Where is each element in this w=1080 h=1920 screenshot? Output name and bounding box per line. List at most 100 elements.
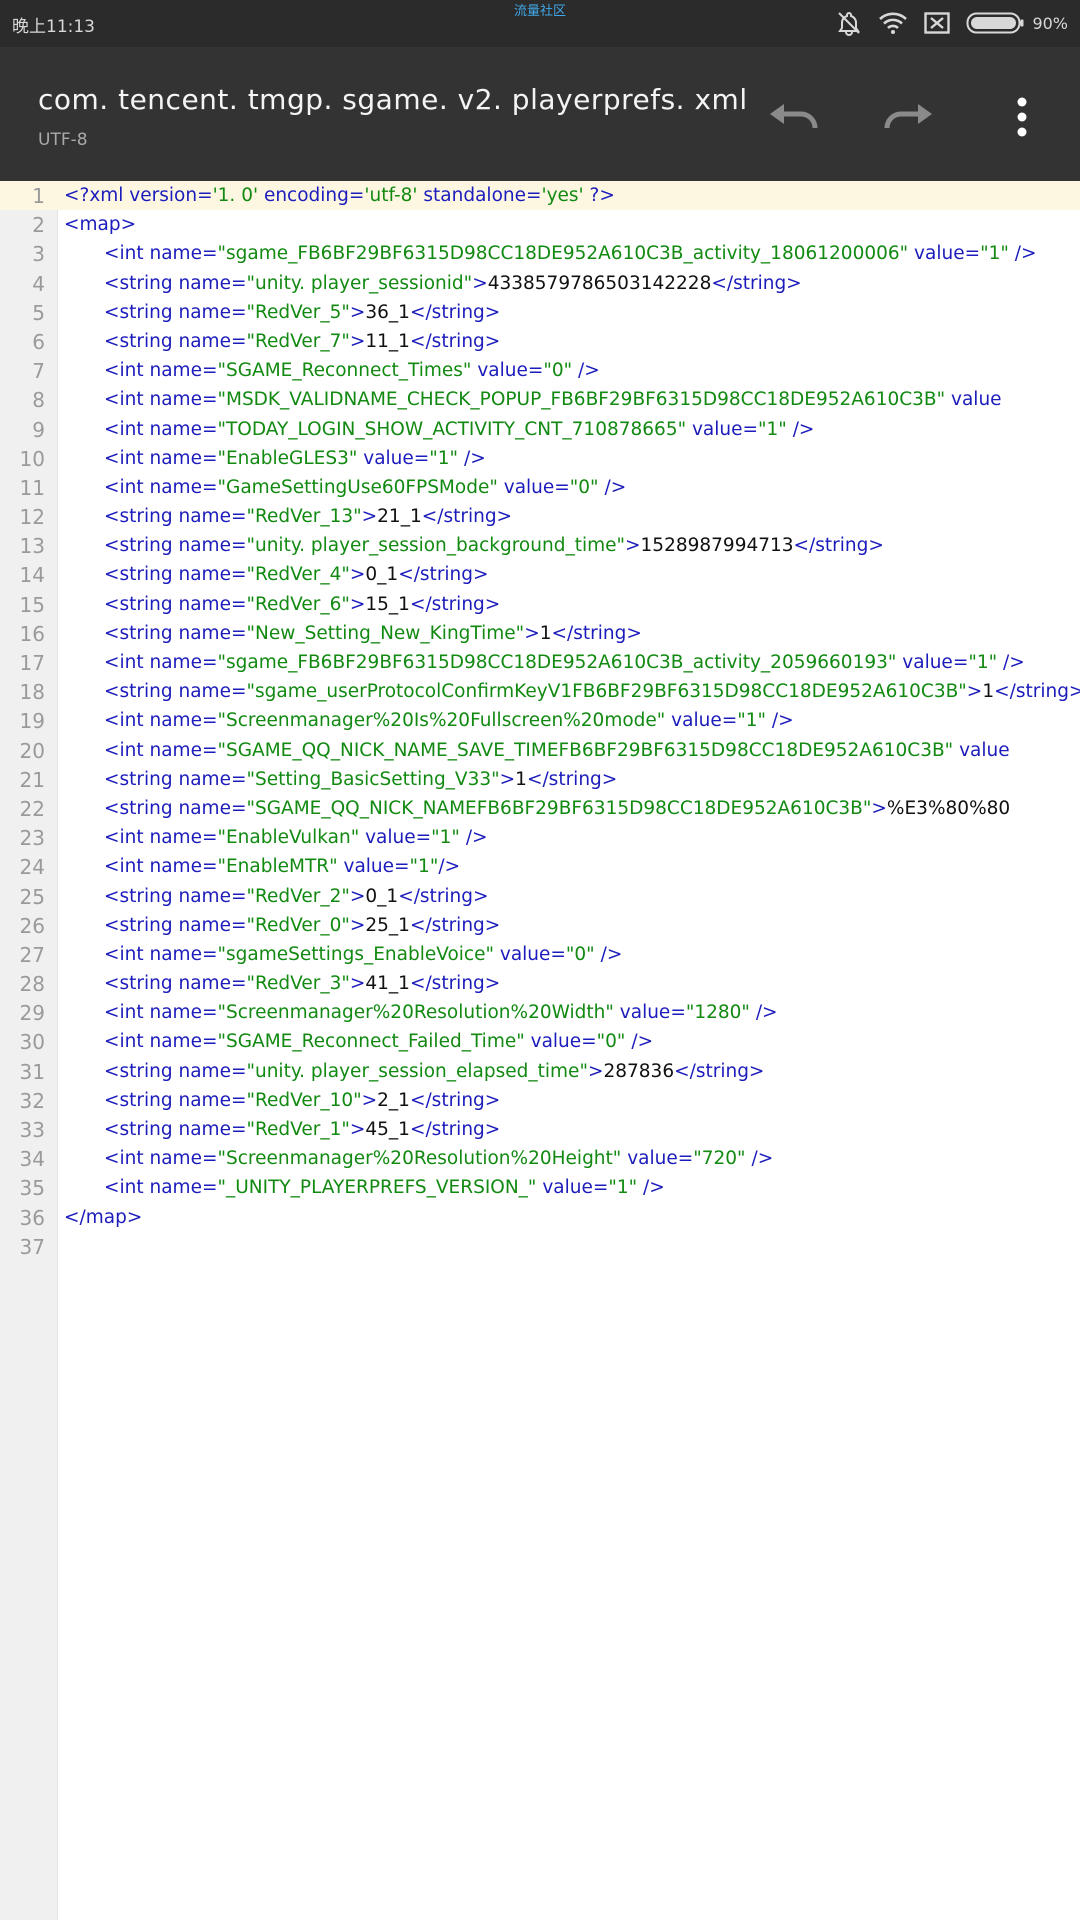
code-line[interactable]: 34 <int name="Screenmanager%20Resolution%…: [0, 1144, 1080, 1173]
code-line[interactable]: 23 <int name="EnableVulkan" value="1" />: [0, 823, 1080, 852]
more-options-button[interactable]: [990, 87, 1054, 151]
code-line[interactable]: 12 <string name="RedVer_13">21_1</string>: [0, 502, 1080, 531]
code-text[interactable]: <int name="Screenmanager%20Is%20Fullscre…: [64, 710, 794, 732]
line-number: 20: [19, 738, 45, 763]
code-line[interactable]: 4 <string name="unity. player_sessionid">…: [0, 269, 1080, 298]
code-line[interactable]: 7 <int name="SGAME_Reconnect_Times" value…: [0, 356, 1080, 385]
code-text[interactable]: <string name="unity. player_sessionid">4…: [64, 273, 802, 295]
code-text[interactable]: <string name="RedVer_7">11_1</string>: [64, 331, 500, 353]
code-text[interactable]: <string name="RedVer_3">41_1</string>: [64, 973, 500, 995]
code-line[interactable]: 32 <string name="RedVer_10">2_1</string>: [0, 1086, 1080, 1115]
code-line[interactable]: 25 <string name="RedVer_2">0_1</string>: [0, 882, 1080, 911]
code-text[interactable]: <int name="GameSettingUse60FPSMode" valu…: [64, 477, 626, 499]
xml-token-tag: <int name=: [104, 739, 218, 761]
code-line[interactable]: 22 <string name="SGAME_QQ_NICK_NAMEFB6BF2…: [0, 794, 1080, 823]
code-line[interactable]: 30 <int name="SGAME_Reconnect_Failed_Time…: [0, 1027, 1080, 1056]
code-line[interactable]: 10 <int name="EnableGLES3" value="1" />: [0, 444, 1080, 473]
code-line[interactable]: 1 <?xml version='1. 0' encoding='utf-8' s…: [0, 181, 1080, 211]
code-text[interactable]: <int name="EnableGLES3" value="1" />: [64, 448, 486, 470]
code-text[interactable]: <string name="sgame_userProtocolConfirmK…: [64, 681, 1080, 703]
line-number: 12: [19, 505, 45, 530]
code-text[interactable]: <int name="SGAME_Reconnect_Failed_Time" …: [64, 1031, 653, 1053]
xml-token-tag: </string>: [409, 1119, 501, 1140]
code-text[interactable]: <int name="SGAME_QQ_NICK_NAME_SAVE_TIMEF…: [64, 740, 1010, 762]
code-line[interactable]: 37: [0, 1232, 1080, 1261]
code-text[interactable]: <string name="unity. player_session_elap…: [64, 1061, 764, 1083]
code-text[interactable]: <?xml version='1. 0' encoding='utf-8' st…: [64, 185, 615, 207]
code-line[interactable]: 21 <string name="Setting_BasicSetting_V33…: [0, 765, 1080, 794]
xml-token-str: "sgame_FB6BF29BF6315D98CC18DE952A610C3B_…: [217, 652, 897, 673]
code-line[interactable]: 17 <int name="sgame_FB6BF29BF6315D98CC18D…: [0, 648, 1080, 677]
code-line[interactable]: 14 <string name="RedVer_4">0_1</string>: [0, 560, 1080, 589]
line-number: 17: [19, 651, 45, 675]
xml-token-tag: <string name=: [104, 885, 247, 907]
code-lines[interactable]: 1 <?xml version='1. 0' encoding='utf-8' s…: [0, 181, 1080, 1261]
code-line[interactable]: 16 <string name="New_Setting_New_KingTime…: [0, 619, 1080, 648]
code-text[interactable]: <string name="SGAME_QQ_NICK_NAMEFB6BF29B…: [64, 798, 1010, 820]
code-line[interactable]: 2 <map>: [0, 210, 1080, 239]
code-text[interactable]: <int name="SGAME_Reconnect_Times" value=…: [64, 360, 600, 382]
code-line[interactable]: 6 <string name="RedVer_7">11_1</string>: [0, 327, 1080, 356]
code-line[interactable]: 8 <int name="MSDK_VALIDNAME_CHECK_POPUP_F…: [0, 385, 1080, 414]
file-encoding[interactable]: UTF-8: [38, 130, 88, 150]
xml-token-str: "RedVer_6": [246, 593, 350, 615]
code-text[interactable]: <string name="New_Setting_New_KingTime">…: [64, 623, 642, 645]
status-icons: 90%: [836, 10, 1068, 36]
code-line[interactable]: 11 <int name="GameSettingUse60FPSMode" va…: [0, 473, 1080, 502]
code-text[interactable]: <int name="Screenmanager%20Resolution%20…: [64, 1148, 773, 1170]
code-text[interactable]: <int name="sgameSettings_EnableVoice" va…: [64, 944, 622, 966]
code-text[interactable]: <int name="TODAY_LOGIN_SHOW_ACTIVITY_CNT…: [64, 419, 814, 441]
code-text[interactable]: <string name="RedVer_10">2_1</string>: [64, 1090, 500, 1112]
code-text[interactable]: <int name="sgame_FB6BF29BF6315D98CC18DE9…: [64, 243, 1037, 265]
code-text[interactable]: <int name="EnableVulkan" value="1" />: [64, 827, 488, 849]
code-line[interactable]: 18 <string name="sgame_userProtocolConfir…: [0, 677, 1080, 706]
code-line[interactable]: 28 <string name="RedVer_3">41_1</string>: [0, 969, 1080, 998]
xml-token-txt: 1528987994713: [640, 535, 794, 557]
xml-token-tag: />: [625, 1031, 654, 1053]
code-line[interactable]: 20 <int name="SGAME_QQ_NICK_NAME_SAVE_TIM…: [0, 736, 1080, 765]
code-line[interactable]: 24 <int name="EnableMTR" value="1"/>: [0, 852, 1080, 881]
code-text[interactable]: <string name="RedVer_4">0_1</string>: [64, 564, 489, 586]
code-text[interactable]: <map>: [64, 214, 136, 236]
code-text[interactable]: <string name="unity. player_session_back…: [64, 535, 884, 557]
xml-token-str: "sgameSettings_EnableVoice": [217, 943, 494, 965]
line-number: 27: [19, 942, 45, 967]
code-text[interactable]: <string name="RedVer_1">45_1</string>: [64, 1119, 500, 1141]
xml-token-tag: />: [598, 476, 627, 498]
code-line[interactable]: 35 <int name="_UNITY_PLAYERPREFS_VERSION_…: [0, 1173, 1080, 1202]
undo-button[interactable]: [762, 87, 826, 151]
code-text[interactable]: <int name="Screenmanager%20Resolution%20…: [64, 1002, 778, 1024]
code-line[interactable]: 15 <string name="RedVer_6">15_1</string>: [0, 590, 1080, 619]
redo-button[interactable]: [876, 87, 940, 151]
code-line[interactable]: 26 <string name="RedVer_0">25_1</string>: [0, 911, 1080, 940]
xml-token-tag: <int name=: [104, 360, 218, 382]
code-text[interactable]: <string name="Setting_BasicSetting_V33">…: [64, 769, 617, 791]
xml-token-tag: >: [966, 681, 983, 703]
code-line[interactable]: 33 <string name="RedVer_1">45_1</string>: [0, 1115, 1080, 1144]
code-text[interactable]: </map>: [64, 1207, 142, 1229]
code-line[interactable]: 3 <int name="sgame_FB6BF29BF6315D98CC18DE…: [0, 239, 1080, 268]
xml-token-tag: </string>: [711, 272, 802, 294]
code-text[interactable]: <string name="RedVer_0">25_1</string>: [64, 915, 500, 937]
code-text[interactable]: <int name="sgame_FB6BF29BF6315D98CC18DE9…: [64, 652, 1025, 674]
code-text[interactable]: <string name="RedVer_13">21_1</string>: [64, 506, 512, 528]
code-line[interactable]: 9 <int name="TODAY_LOGIN_SHOW_ACTIVITY_CN…: [0, 415, 1080, 444]
code-text[interactable]: <string name="RedVer_2">0_1</string>: [64, 886, 489, 908]
code-line[interactable]: 27 <int name="sgameSettings_EnableVoice" …: [0, 940, 1080, 969]
code-line[interactable]: 31 <string name="unity. player_session_el…: [0, 1057, 1080, 1086]
code-text[interactable]: <int name="EnableMTR" value="1"/>: [64, 856, 460, 878]
line-number: 28: [19, 972, 45, 997]
code-text[interactable]: <string name="RedVer_6">15_1</string>: [64, 594, 500, 616]
code-line[interactable]: 19 <int name="Screenmanager%20Is%20Fullsc…: [0, 706, 1080, 735]
code-text[interactable]: <int name="_UNITY_PLAYERPREFS_VERSION_" …: [64, 1177, 665, 1199]
code-text[interactable]: <int name="MSDK_VALIDNAME_CHECK_POPUP_FB…: [64, 389, 1002, 411]
code-line[interactable]: 29 <int name="Screenmanager%20Resolution%…: [0, 998, 1080, 1027]
code-line[interactable]: 13 <string name="unity. player_session_ba…: [0, 531, 1080, 560]
code-text[interactable]: <string name="RedVer_5">36_1</string>: [64, 302, 500, 324]
xml-token-txt: 4338579786503142228: [487, 272, 712, 294]
code-line[interactable]: 5 <string name="RedVer_5">36_1</string>: [0, 298, 1080, 327]
code-editor[interactable]: 1 <?xml version='1. 0' encoding='utf-8' s…: [0, 181, 1080, 1920]
code-line[interactable]: 36 </map>: [0, 1203, 1080, 1232]
xml-token-tag: <int name=: [104, 418, 218, 440]
xml-token-txt: 1: [982, 681, 995, 703]
